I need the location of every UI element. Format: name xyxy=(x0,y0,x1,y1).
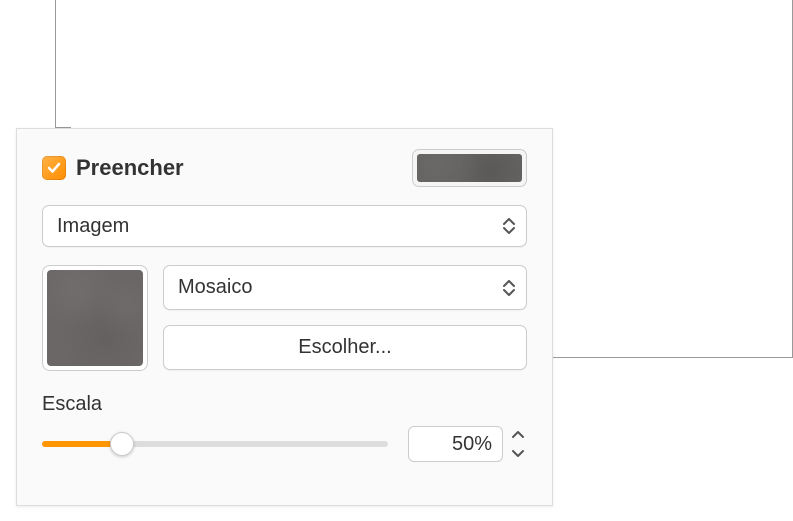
image-mode-dropdown[interactable]: Mosaico xyxy=(163,265,527,310)
scale-label: Escala xyxy=(42,393,527,416)
image-controls: Mosaico Escolher... xyxy=(163,265,527,371)
scale-input-group xyxy=(408,426,527,462)
fill-color-preview xyxy=(417,154,522,182)
chevron-down-icon xyxy=(511,448,525,458)
fill-color-swatch[interactable] xyxy=(412,149,527,187)
image-preview-texture xyxy=(47,270,143,366)
callout-indicator-left xyxy=(55,0,56,128)
choose-image-button[interactable]: Escolher... xyxy=(163,325,527,370)
image-fill-row: Mosaico Escolher... xyxy=(42,265,527,371)
image-mode-value: Mosaico xyxy=(178,276,252,299)
stepper-up-button[interactable] xyxy=(509,428,527,442)
scale-slider[interactable] xyxy=(42,429,388,459)
callout-indicator-right xyxy=(553,357,793,358)
stepper-down-button[interactable] xyxy=(509,446,527,460)
image-preview-well[interactable] xyxy=(42,265,148,371)
fill-panel: Preencher Imagem Mosaico Escolher... xyxy=(16,128,553,506)
fill-type-dropdown[interactable]: Imagem xyxy=(42,205,527,247)
scale-stepper xyxy=(509,428,527,460)
fill-checkbox[interactable] xyxy=(42,156,66,180)
chevron-updown-icon xyxy=(502,280,516,296)
checkmark-icon xyxy=(46,160,62,176)
chevron-updown-icon xyxy=(502,218,516,234)
slider-thumb[interactable] xyxy=(110,432,134,456)
slider-track xyxy=(42,441,388,447)
scale-value-input[interactable] xyxy=(408,426,503,462)
fill-title-group: Preencher xyxy=(42,155,184,181)
chevron-up-icon xyxy=(511,430,525,440)
fill-type-value: Imagem xyxy=(57,215,129,238)
fill-header: Preencher xyxy=(42,149,527,187)
choose-button-label: Escolher... xyxy=(298,336,391,359)
scale-controls xyxy=(42,426,527,462)
fill-label: Preencher xyxy=(76,155,184,181)
